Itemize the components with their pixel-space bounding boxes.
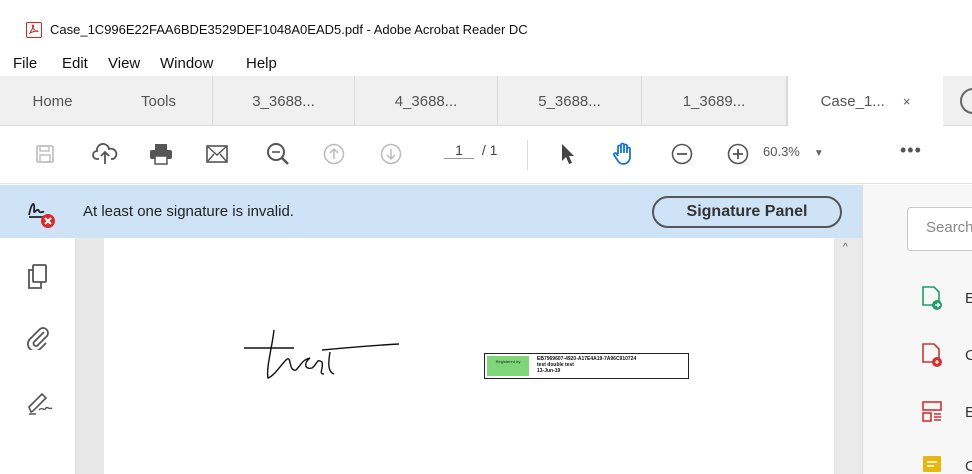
signature-pen-icon[interactable]: [26, 390, 56, 420]
signature-badge: Registered by: [487, 356, 529, 376]
invalid-signature-icon: [26, 197, 56, 228]
window-title: Case_1C996E22FAA6BDE3529DEF1048A0EAD5.pd…: [50, 22, 528, 37]
digital-signature-field[interactable]: Registered by EB7969607-4920-A17E4A19-7A…: [484, 353, 689, 379]
pdf-page: Registered by EB7969607-4920-A17E4A19-7A…: [104, 238, 834, 474]
zoom-select[interactable]: 60.3% ▼: [763, 144, 824, 159]
signature-status-message: At least one signature is invalid.: [83, 203, 294, 220]
upload-cloud-icon[interactable]: [91, 140, 119, 168]
scroll-up-icon[interactable]: ^: [843, 242, 848, 253]
signature-date: 13-Jun-19: [537, 368, 561, 374]
zoom-search-icon[interactable]: [264, 140, 292, 168]
menu-edit[interactable]: Edit: [62, 55, 88, 72]
menu-bar: File Edit View Window Help: [0, 52, 972, 76]
acrobat-pdf-icon: [26, 22, 42, 38]
tool-edit-pdf[interactable]: E: [921, 399, 972, 425]
more-tools-button[interactable]: •••: [900, 140, 922, 161]
help-icon[interactable]: [960, 88, 972, 114]
tool-label: E: [965, 290, 972, 307]
signature-details: EB7969607-4920-A17E4A19-7A96C910724 test…: [537, 356, 636, 374]
next-page-icon[interactable]: [377, 140, 405, 168]
save-icon[interactable]: [31, 140, 59, 168]
page-thumbnails-icon[interactable]: [26, 264, 56, 294]
tool-label: C: [965, 347, 972, 364]
menu-window[interactable]: Window: [160, 55, 213, 72]
print-icon[interactable]: [147, 140, 175, 168]
tab-document[interactable]: 5_3688...: [498, 76, 642, 126]
zoom-in-icon[interactable]: [724, 140, 752, 168]
document-viewport[interactable]: Registered by EB7969607-4920-A17E4A19-7A…: [76, 238, 862, 474]
tool-label: E: [965, 404, 972, 421]
left-navigation-rail: [0, 238, 76, 474]
handwritten-signature: [244, 329, 400, 379]
tab-document[interactable]: 4_3688...: [355, 76, 498, 126]
signature-banner: At least one signature is invalid. Signa…: [0, 185, 862, 238]
menu-help[interactable]: Help: [246, 55, 277, 72]
vertical-scrollbar[interactable]: ^: [838, 238, 860, 474]
tool-label: C: [965, 458, 972, 474]
hand-tool-icon[interactable]: [610, 140, 638, 168]
tab-bar: Home Tools 3_3688... 4_3688... 5_3688...…: [0, 76, 972, 126]
select-cursor-icon[interactable]: [554, 140, 582, 168]
create-pdf-icon: [922, 343, 942, 367]
chevron-down-icon: ▼: [813, 148, 824, 159]
tab-tools[interactable]: Tools: [105, 76, 213, 126]
edit-pdf-icon: [922, 401, 942, 422]
menu-file[interactable]: File: [13, 55, 37, 72]
tab-active-label: Case_1...: [820, 92, 885, 110]
tab-document[interactable]: 3_3688...: [213, 76, 355, 126]
export-pdf-icon: [922, 286, 942, 310]
tools-search-input[interactable]: Search: [907, 207, 972, 251]
tools-pane: Search E C E C: [862, 185, 972, 474]
tool-export-pdf[interactable]: E: [921, 285, 972, 311]
attachment-icon[interactable]: [26, 326, 56, 356]
tool-create-pdf[interactable]: C: [921, 342, 972, 368]
prev-page-icon[interactable]: [320, 140, 348, 168]
tab-document[interactable]: 1_3689...: [642, 76, 787, 126]
zoom-out-icon[interactable]: [668, 140, 696, 168]
tab-active-document[interactable]: Case_1... ×: [787, 76, 943, 126]
page-number-input[interactable]: 1: [444, 142, 474, 159]
tab-home[interactable]: Home: [0, 76, 105, 126]
close-icon[interactable]: ×: [903, 94, 911, 109]
page-navigator: 1 / 1: [444, 142, 497, 159]
page-total: / 1: [481, 142, 498, 158]
comment-icon: [923, 456, 941, 472]
title-bar: Case_1C996E22FAA6BDE3529DEF1048A0EAD5.pd…: [0, 0, 972, 52]
tool-comment[interactable]: C: [921, 453, 972, 474]
toolbar-divider: [527, 140, 528, 170]
toolbar: 1 / 1 60.3% ▼ •••: [0, 126, 972, 184]
zoom-value: 60.3%: [763, 144, 800, 159]
menu-view[interactable]: View: [108, 55, 140, 72]
signature-panel-button[interactable]: Signature Panel: [652, 196, 842, 228]
email-icon[interactable]: [203, 140, 231, 168]
